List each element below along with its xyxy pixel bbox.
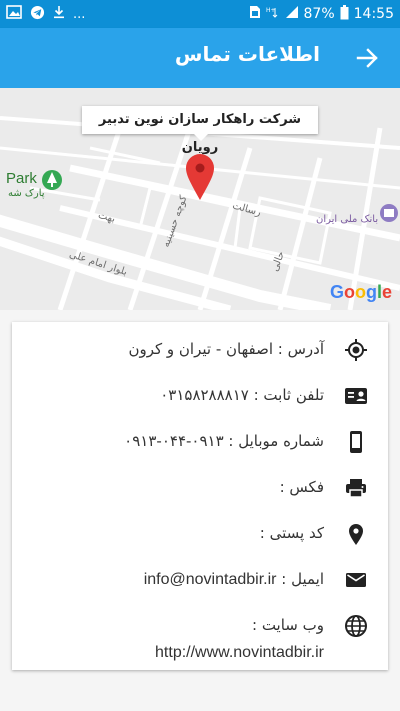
postal-row: کد پستی : bbox=[12, 512, 388, 558]
battery-icon bbox=[340, 4, 349, 24]
address-text: آدرس : اصفهان - تیران و کرون bbox=[128, 340, 324, 358]
website-label: وب سایت : bbox=[252, 616, 324, 634]
signal-strength-icon bbox=[285, 5, 299, 23]
email-label: ایمیل : bbox=[281, 570, 324, 588]
globe-icon bbox=[344, 614, 368, 638]
mobile-row[interactable]: شماره موبایل : ۰۹۱۳-۰۴۴-۰۹۱۳ bbox=[12, 420, 388, 466]
contact-card-icon bbox=[344, 384, 368, 408]
email-value[interactable]: info@novintadbir.ir bbox=[144, 571, 277, 588]
image-notification-icon bbox=[6, 5, 22, 23]
email-row[interactable]: ایمیل : info@novintadbir.ir bbox=[12, 558, 388, 604]
map-view[interactable]: شرکت راهکار سازان نوین تدبیر رویان Park … bbox=[0, 88, 400, 310]
battery-percentage: 87% bbox=[303, 6, 335, 22]
phone-row[interactable]: تلفن ثابت : ۰۳۱۵۸۲۸۸۸۱۷ bbox=[12, 374, 388, 420]
fax-text: فکس : bbox=[279, 478, 324, 496]
printer-icon bbox=[344, 476, 368, 500]
mobile-phone-icon bbox=[344, 430, 368, 454]
website-url[interactable]: http://www.novintadbir.ir bbox=[155, 644, 324, 662]
address-row: آدرس : اصفهان - تیران و کرون bbox=[12, 328, 388, 374]
postal-code-text: کد پستی : bbox=[259, 524, 324, 542]
back-arrow-icon[interactable] bbox=[354, 45, 380, 71]
location-target-icon bbox=[344, 338, 368, 362]
page-title: اطلاعات تماس bbox=[174, 42, 320, 66]
sim-icon bbox=[249, 5, 261, 23]
email-text[interactable]: ایمیل : info@novintadbir.ir bbox=[144, 570, 324, 589]
download-icon bbox=[53, 5, 65, 23]
mobile-text[interactable]: شماره موبایل : ۰۹۱۳-۰۴۴-۰۹۱۳ bbox=[124, 432, 324, 450]
telegram-icon bbox=[30, 5, 45, 24]
svg-text:H+: H+ bbox=[266, 7, 276, 14]
park-sub-label: پارک شه bbox=[8, 188, 45, 199]
google-logo: Google bbox=[330, 282, 393, 302]
map-place-callout[interactable]: شرکت راهکار سازان نوین تدبیر رویان bbox=[82, 106, 318, 155]
status-bar: ... H+ 87% 14:55 bbox=[0, 0, 400, 28]
more-notifications-indicator: ... bbox=[73, 6, 86, 22]
app-bar: اطلاعات تماس bbox=[0, 28, 400, 88]
park-label: Park bbox=[6, 170, 37, 187]
mail-icon bbox=[344, 568, 368, 592]
map-pin-icon bbox=[344, 522, 368, 546]
contact-info-card: آدرس : اصفهان - تیران و کرون تلفن ثابت :… bbox=[12, 322, 388, 670]
bank-label: بانک ملی ایران bbox=[316, 214, 379, 225]
clock: 14:55 bbox=[353, 6, 394, 22]
website-row[interactable]: وب سایت : http://www.novintadbir.ir bbox=[12, 604, 388, 670]
phone-text[interactable]: تلفن ثابت : ۰۳۱۵۸۲۸۸۸۱۷ bbox=[160, 386, 324, 404]
network-type-icon: H+ bbox=[266, 5, 280, 23]
fax-row: فکس : bbox=[12, 466, 388, 512]
